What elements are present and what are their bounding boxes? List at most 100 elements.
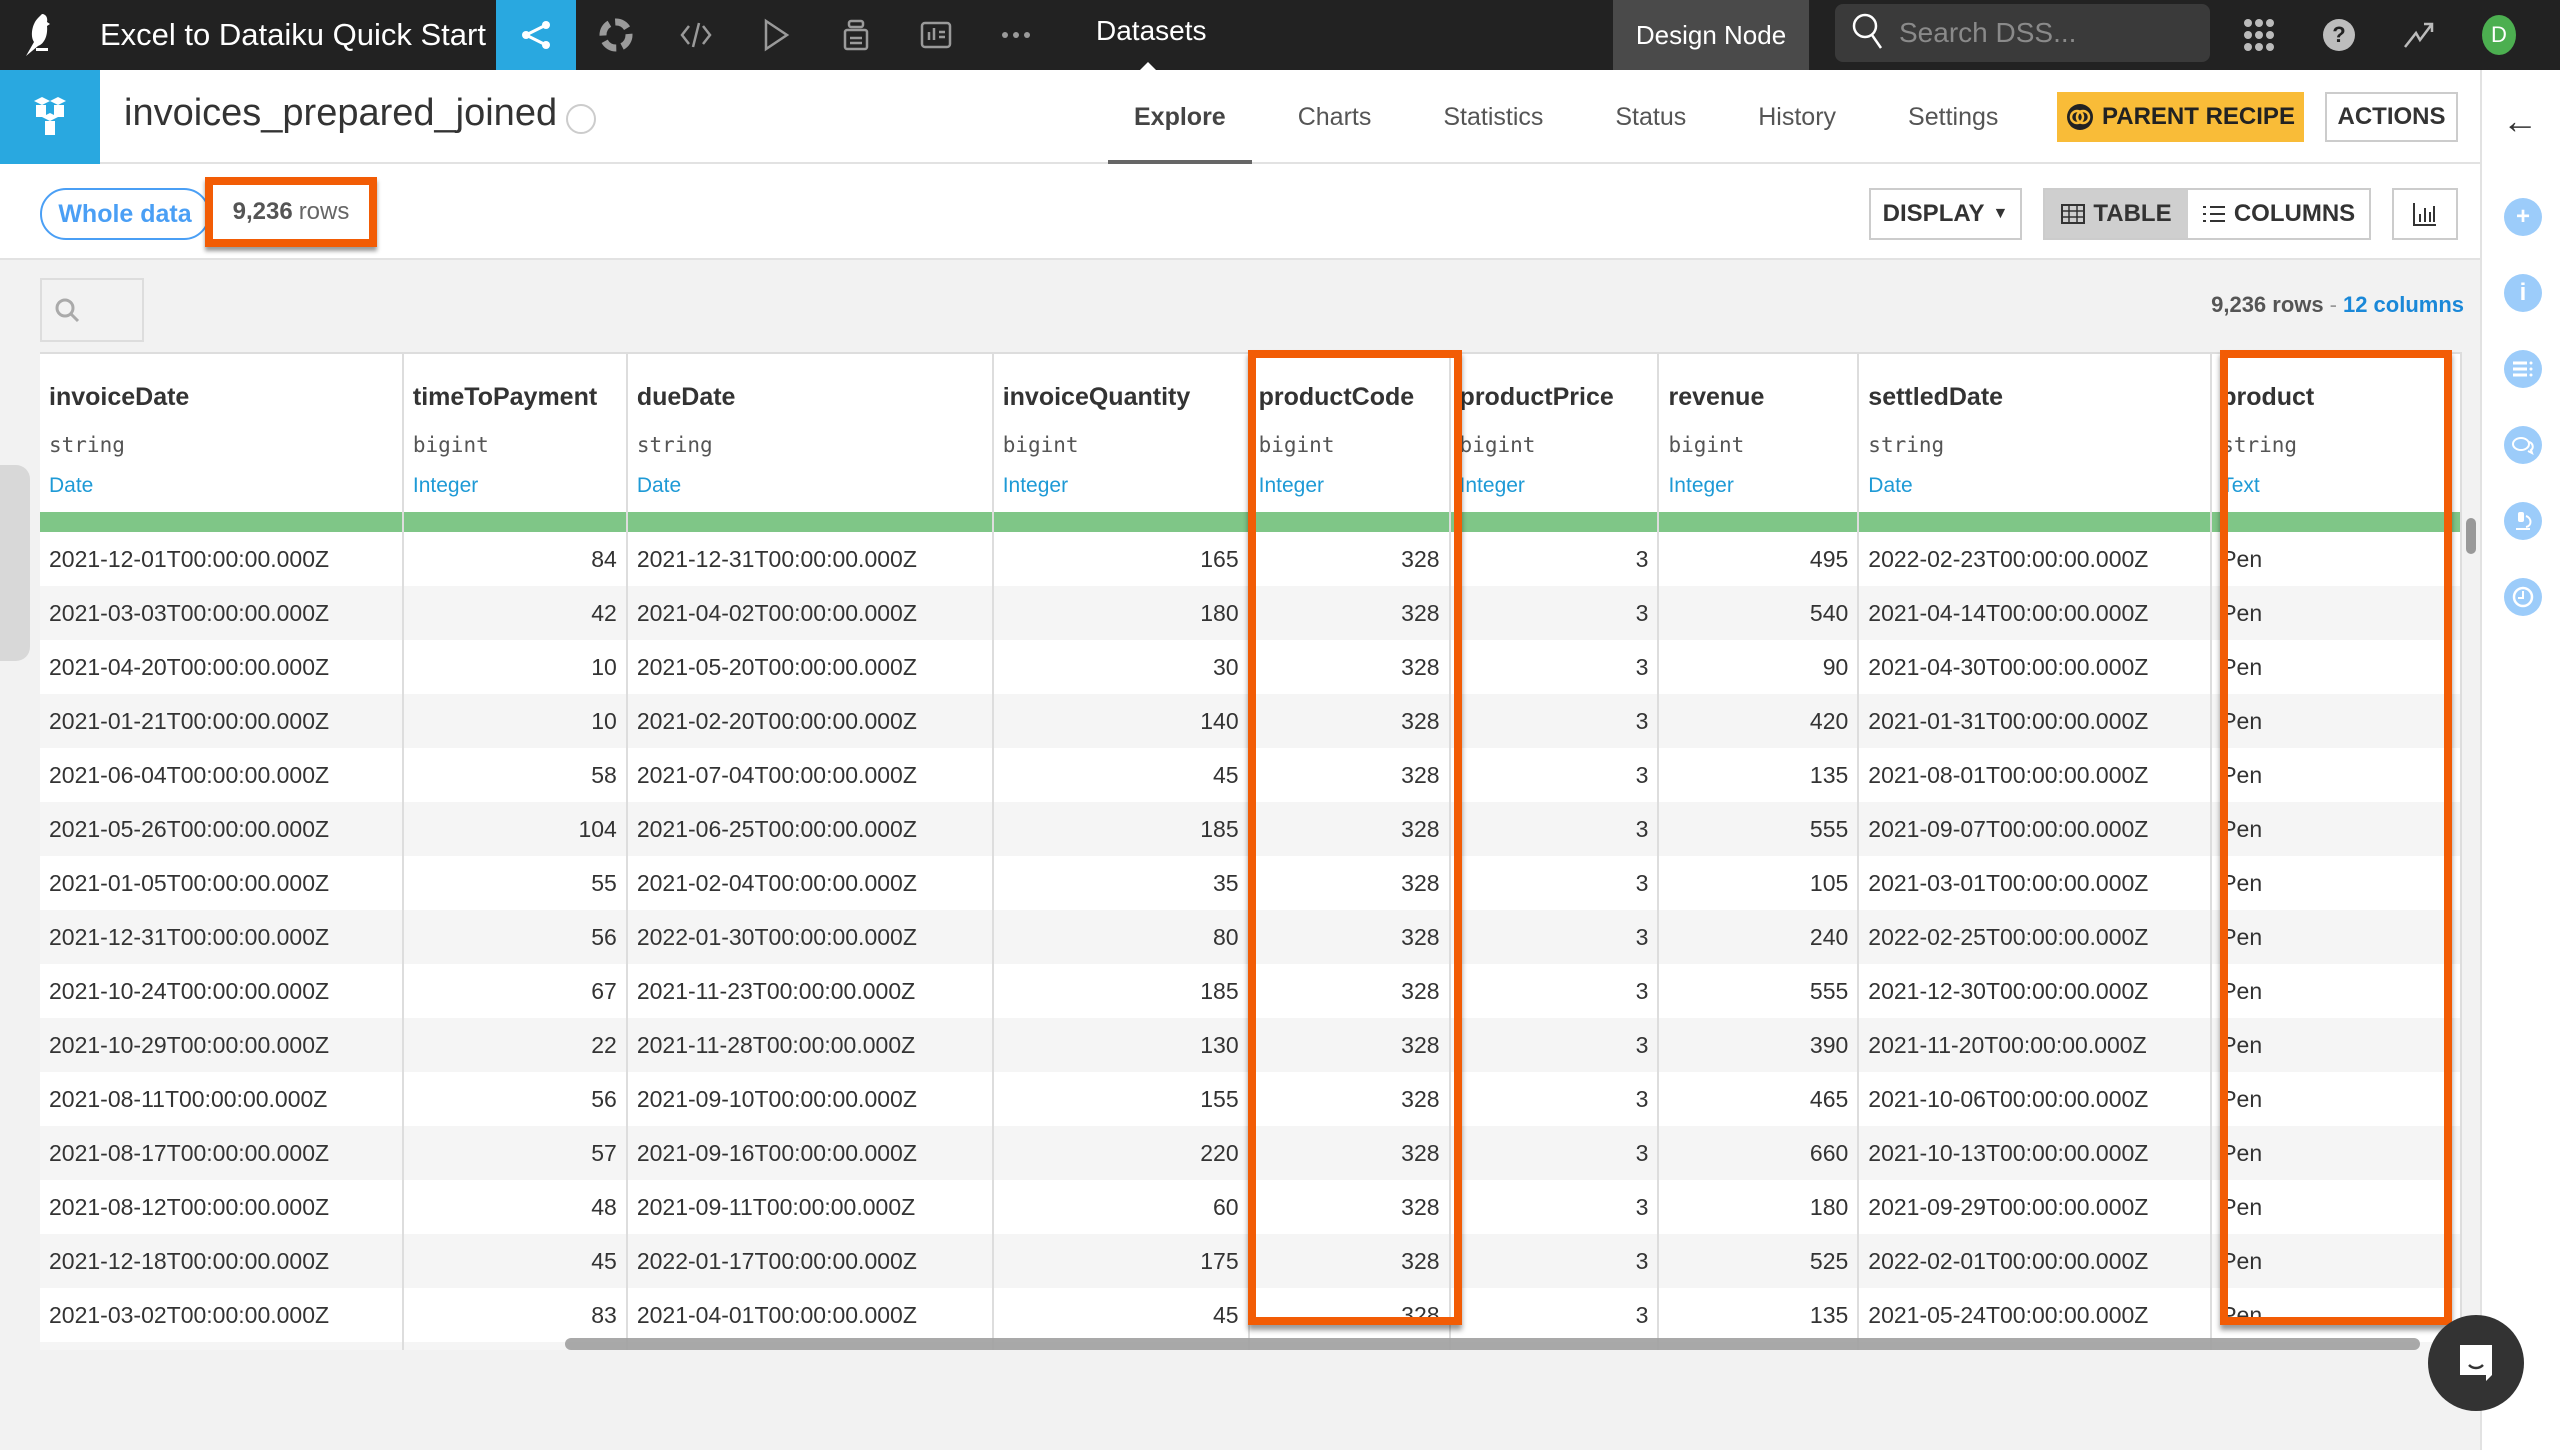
- cell-invoiceQuantity[interactable]: 60: [992, 1180, 1250, 1234]
- column-meaning[interactable]: Integer: [1003, 470, 1239, 512]
- cell-settledDate[interactable]: 2021-09-07T00:00:00.000Z: [1858, 802, 2213, 856]
- column-meaning[interactable]: Integer: [1259, 470, 1440, 512]
- cell-dueDate[interactable]: 2021-11-23T00:00:00.000Z: [626, 964, 994, 1018]
- cell-productCode[interactable]: 328: [1248, 1072, 1451, 1126]
- cell-product[interactable]: Pen: [2211, 1234, 2462, 1288]
- cell-invoiceDate[interactable]: 2021-08-12T00:00:00.000Z: [40, 1180, 404, 1234]
- cell-dueDate[interactable]: 2021-11-28T00:00:00.000Z: [626, 1018, 994, 1072]
- cell-timeToPayment[interactable]: 83: [402, 1288, 628, 1342]
- cell-product[interactable]: Pen: [2211, 802, 2462, 856]
- column-header-revenue[interactable]: revenue bigint Integer: [1658, 354, 1860, 512]
- cell-product[interactable]: Pen: [2211, 1288, 2462, 1342]
- cell-productPrice[interactable]: 3: [1449, 748, 1660, 802]
- cell-productPrice[interactable]: 3: [1449, 694, 1660, 748]
- quality-bar-revenue[interactable]: [1658, 512, 1860, 532]
- flow-icon[interactable]: [496, 0, 576, 70]
- code-icon[interactable]: [656, 0, 736, 70]
- quality-bar-invoiceDate[interactable]: [40, 512, 404, 532]
- cell-invoiceQuantity[interactable]: 35: [992, 856, 1250, 910]
- dataiku-logo-icon[interactable]: [0, 0, 80, 70]
- column-meaning[interactable]: Date: [1868, 470, 2201, 512]
- cell-timeToPayment[interactable]: 10: [402, 694, 628, 748]
- info-icon[interactable]: i: [2504, 274, 2542, 312]
- project-title[interactable]: Excel to Dataiku Quick Start: [100, 17, 496, 53]
- cell-timeToPayment[interactable]: 84: [402, 532, 628, 586]
- cell-productPrice[interactable]: 3: [1449, 1288, 1660, 1342]
- cell-invoiceQuantity[interactable]: 30: [992, 640, 1250, 694]
- history-icon[interactable]: [2504, 578, 2542, 616]
- cell-dueDate[interactable]: 2021-07-04T00:00:00.000Z: [626, 748, 994, 802]
- quality-bar-product[interactable]: [2211, 512, 2462, 532]
- tab-charts[interactable]: Charts: [1272, 70, 1398, 164]
- cell-timeToPayment[interactable]: 104: [402, 802, 628, 856]
- cell-productCode[interactable]: 328: [1248, 910, 1451, 964]
- cell-productPrice[interactable]: 3: [1449, 1180, 1660, 1234]
- cell-dueDate[interactable]: 2021-09-10T00:00:00.000Z: [626, 1072, 994, 1126]
- cell-productCode[interactable]: 328: [1248, 802, 1451, 856]
- tab-history[interactable]: History: [1732, 70, 1862, 164]
- column-header-product[interactable]: product string Text: [2211, 354, 2462, 512]
- column-meaning[interactable]: Date: [49, 470, 393, 512]
- cell-settledDate[interactable]: 2022-02-01T00:00:00.000Z: [1858, 1234, 2213, 1288]
- cell-invoiceDate[interactable]: 2021-01-21T00:00:00.000Z: [40, 694, 404, 748]
- search-input[interactable]: [1899, 17, 2189, 49]
- left-panel-handle[interactable]: [0, 465, 30, 661]
- cell-product[interactable]: Pen: [2211, 532, 2462, 586]
- cell-invoiceQuantity[interactable]: 45: [992, 748, 1250, 802]
- plus-icon[interactable]: +: [2504, 198, 2542, 236]
- cell-invoiceDate[interactable]: 2021-12-01T00:00:00.000Z: [40, 532, 404, 586]
- cell-dueDate[interactable]: 2021-12-31T00:00:00.000Z: [626, 532, 994, 586]
- vertical-scrollbar[interactable]: [2466, 518, 2476, 554]
- column-header-productPrice[interactable]: productPrice bigint Integer: [1449, 354, 1660, 512]
- cell-timeToPayment[interactable]: 57: [402, 1126, 628, 1180]
- cell-productCode[interactable]: 328: [1248, 1234, 1451, 1288]
- cell-product[interactable]: Pen: [2211, 1072, 2462, 1126]
- cell-invoiceQuantity[interactable]: 140: [992, 694, 1250, 748]
- column-meaning[interactable]: Integer: [413, 470, 617, 512]
- dataset-name[interactable]: invoices_prepared_joined: [124, 92, 557, 135]
- cell-invoiceDate[interactable]: 2021-08-11T00:00:00.000Z: [40, 1072, 404, 1126]
- cell-revenue[interactable]: 105: [1658, 856, 1860, 910]
- cell-settledDate[interactable]: 2021-11-20T00:00:00.000Z: [1858, 1018, 2213, 1072]
- cell-timeToPayment[interactable]: 56: [402, 1072, 628, 1126]
- nav-section-datasets[interactable]: Datasets: [1096, 0, 1207, 70]
- tab-status[interactable]: Status: [1589, 70, 1712, 164]
- user-avatar[interactable]: D: [2476, 12, 2522, 58]
- sample-selector[interactable]: Whole data: [40, 188, 210, 240]
- cell-product[interactable]: Pen: [2211, 1180, 2462, 1234]
- cell-productPrice[interactable]: 3: [1449, 1126, 1660, 1180]
- actions-button[interactable]: ACTIONS: [2325, 92, 2458, 142]
- cell-invoiceDate[interactable]: 2021-08-17T00:00:00.000Z: [40, 1126, 404, 1180]
- parent-recipe-button[interactable]: PARENT RECIPE: [2057, 92, 2304, 142]
- cell-settledDate[interactable]: 2021-12-30T00:00:00.000Z: [1858, 964, 2213, 1018]
- cell-revenue[interactable]: 540: [1658, 586, 1860, 640]
- quality-bar-productCode[interactable]: [1248, 512, 1451, 532]
- cell-product[interactable]: Pen: [2211, 748, 2462, 802]
- column-header-invoiceDate[interactable]: invoiceDate string Date: [40, 354, 404, 512]
- cell-product[interactable]: Pen: [2211, 694, 2462, 748]
- columns-view-button[interactable]: COLUMNS: [2188, 190, 2369, 238]
- cell-product[interactable]: Pen: [2211, 964, 2462, 1018]
- cell-productPrice[interactable]: 3: [1449, 856, 1660, 910]
- quality-bar-timeToPayment[interactable]: [402, 512, 628, 532]
- cell-timeToPayment[interactable]: 10: [402, 640, 628, 694]
- cell-timeToPayment[interactable]: 48: [402, 1180, 628, 1234]
- deploy-icon[interactable]: [816, 0, 896, 70]
- cell-settledDate[interactable]: 2021-10-13T00:00:00.000Z: [1858, 1126, 2213, 1180]
- cell-product[interactable]: Pen: [2211, 1126, 2462, 1180]
- cell-dueDate[interactable]: 2022-01-17T00:00:00.000Z: [626, 1234, 994, 1288]
- cell-revenue[interactable]: 240: [1658, 910, 1860, 964]
- cell-dueDate[interactable]: 2021-04-01T00:00:00.000Z: [626, 1288, 994, 1342]
- cell-dueDate[interactable]: 2021-09-11T00:00:00.000Z: [626, 1180, 994, 1234]
- column-header-timeToPayment[interactable]: timeToPayment bigint Integer: [402, 354, 628, 512]
- cell-invoiceQuantity[interactable]: 220: [992, 1126, 1250, 1180]
- cell-invoiceQuantity[interactable]: 45: [992, 1288, 1250, 1342]
- lab-flask-icon[interactable]: [2504, 502, 2542, 540]
- cell-productCode[interactable]: 328: [1248, 1018, 1451, 1072]
- cell-revenue[interactable]: 135: [1658, 1288, 1860, 1342]
- cell-productCode[interactable]: 328: [1248, 748, 1451, 802]
- cell-settledDate[interactable]: 2021-04-30T00:00:00.000Z: [1858, 640, 2213, 694]
- cell-productCode[interactable]: 328: [1248, 1288, 1451, 1342]
- cell-settledDate[interactable]: 2021-04-14T00:00:00.000Z: [1858, 586, 2213, 640]
- cell-revenue[interactable]: 135: [1658, 748, 1860, 802]
